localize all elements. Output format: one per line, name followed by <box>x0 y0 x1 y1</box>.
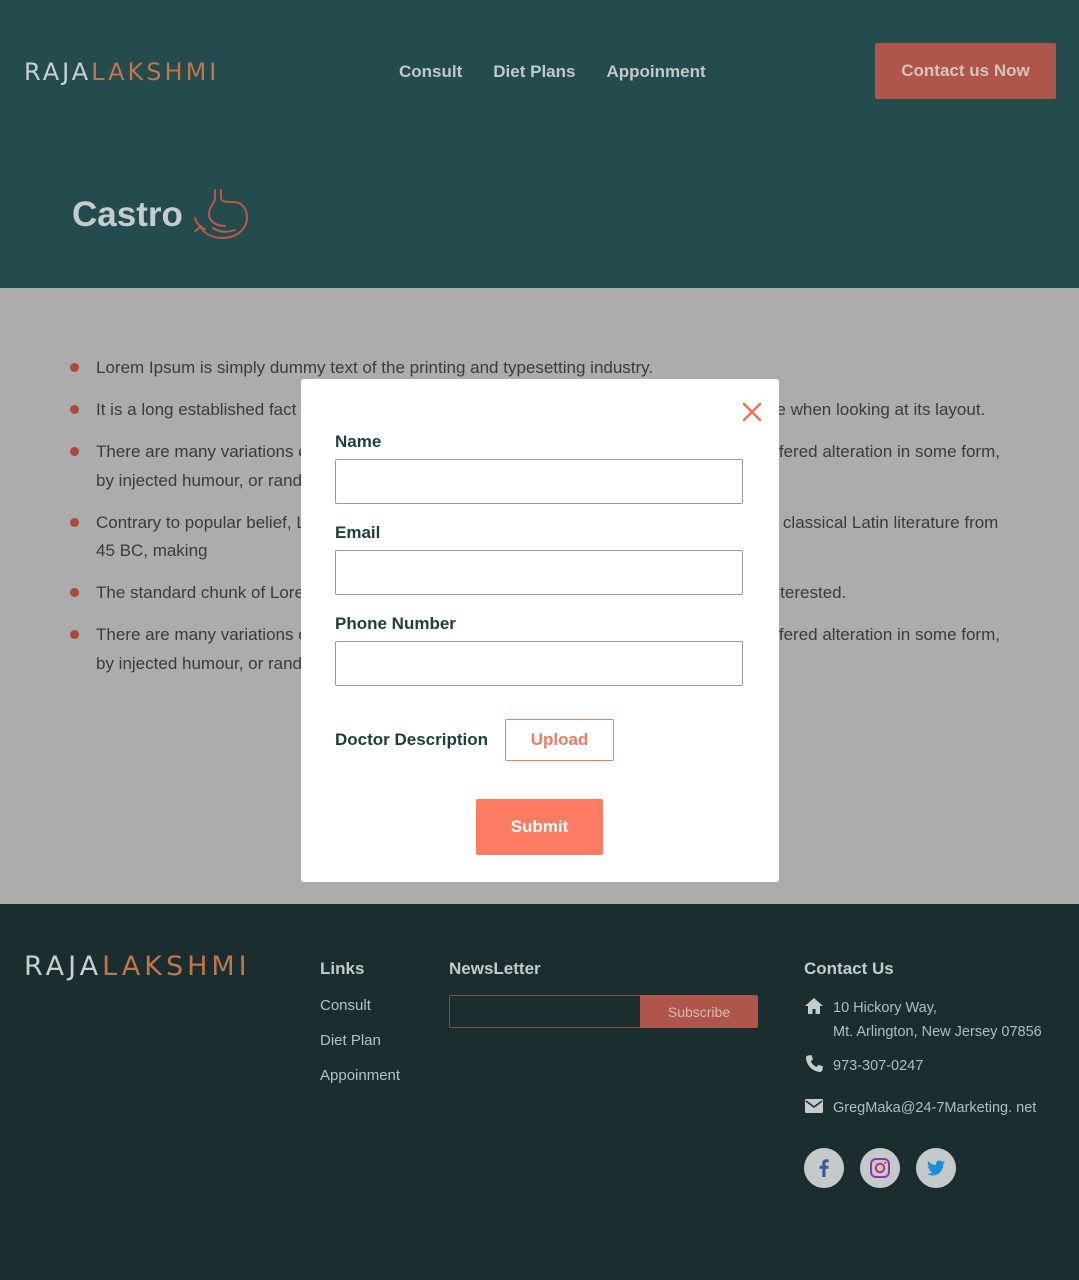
submit-button[interactable]: Submit <box>476 799 603 855</box>
subscribe-button[interactable]: Subscribe <box>640 995 758 1028</box>
phone-icon <box>805 1055 823 1073</box>
contact-modal: Name Email Phone Number Doctor Descripti… <box>301 379 779 882</box>
upload-button[interactable]: Upload <box>505 719 614 761</box>
page-title: Castro <box>72 195 183 234</box>
newsletter-email-input[interactable] <box>449 995 640 1028</box>
phone-field[interactable] <box>335 641 743 686</box>
footer-link-diet-plan[interactable]: Diet Plan <box>320 1032 381 1049</box>
bullet-icon <box>70 447 79 456</box>
email-field[interactable] <box>335 550 743 595</box>
nav-consult[interactable]: Consult <box>399 61 462 83</box>
page-heading: Castro <box>72 188 251 242</box>
newsletter-form: Subscribe <box>449 995 758 1028</box>
home-icon <box>805 998 823 1014</box>
address-line-2: Mt. Arlington, New Jersey 07856 <box>833 1024 1042 1040</box>
footer-logo[interactable]: RAJALAKSHMI <box>24 951 251 983</box>
twitter-icon[interactable] <box>916 1148 956 1188</box>
bullet-icon <box>70 517 79 527</box>
contact-title: Contact Us <box>804 959 894 978</box>
bullet-icon <box>70 363 79 372</box>
bullet-icon <box>70 588 79 597</box>
newsletter-title: NewsLetter <box>449 959 541 978</box>
facebook-icon[interactable] <box>804 1148 844 1188</box>
phone-row: 973-307-0247 <box>804 1054 923 1078</box>
footer: RAJALAKSHMI Links Consult Diet Plan Appo… <box>0 904 1079 1280</box>
email-label: Email <box>335 523 381 542</box>
phone-number[interactable]: 973-307-0247 <box>833 1054 923 1078</box>
contact-us-button[interactable]: Contact us Now <box>875 43 1056 99</box>
address-row: 10 Hickory Way, Mt. Arlington, New Jerse… <box>804 996 1042 1044</box>
nav-appoinment[interactable]: Appoinment <box>606 61 705 83</box>
logo[interactable]: RAJALAKSHMI <box>24 58 219 86</box>
footer-links: Consult Diet Plan Appoinment <box>320 996 400 1101</box>
email-address[interactable]: GregMaka@24-7Marketing. net <box>833 1096 1036 1120</box>
doctor-description-label: Doctor Description <box>335 730 489 749</box>
name-label: Name <box>335 432 382 451</box>
phone-label: Phone Number <box>335 614 456 633</box>
footer-link-appoinment[interactable]: Appoinment <box>320 1067 400 1084</box>
mail-icon <box>805 1099 823 1113</box>
email-row: GregMaka@24-7Marketing. net <box>804 1096 1036 1120</box>
footer-link-consult[interactable]: Consult <box>320 997 371 1014</box>
header: RAJALAKSHMI Consult Diet Plans Appoinmen… <box>0 0 1079 288</box>
links-title: Links <box>320 959 365 978</box>
stomach-icon <box>193 189 248 239</box>
name-field[interactable] <box>335 459 743 504</box>
close-icon[interactable] <box>741 401 763 423</box>
address-line-1: 10 Hickory Way, <box>833 1000 937 1016</box>
bullet-icon <box>70 630 79 639</box>
main-nav: Consult Diet Plans Appoinment <box>399 61 706 83</box>
nav-diet-plans[interactable]: Diet Plans <box>493 61 575 83</box>
instagram-icon[interactable] <box>860 1148 900 1188</box>
bullet-icon <box>70 405 79 414</box>
